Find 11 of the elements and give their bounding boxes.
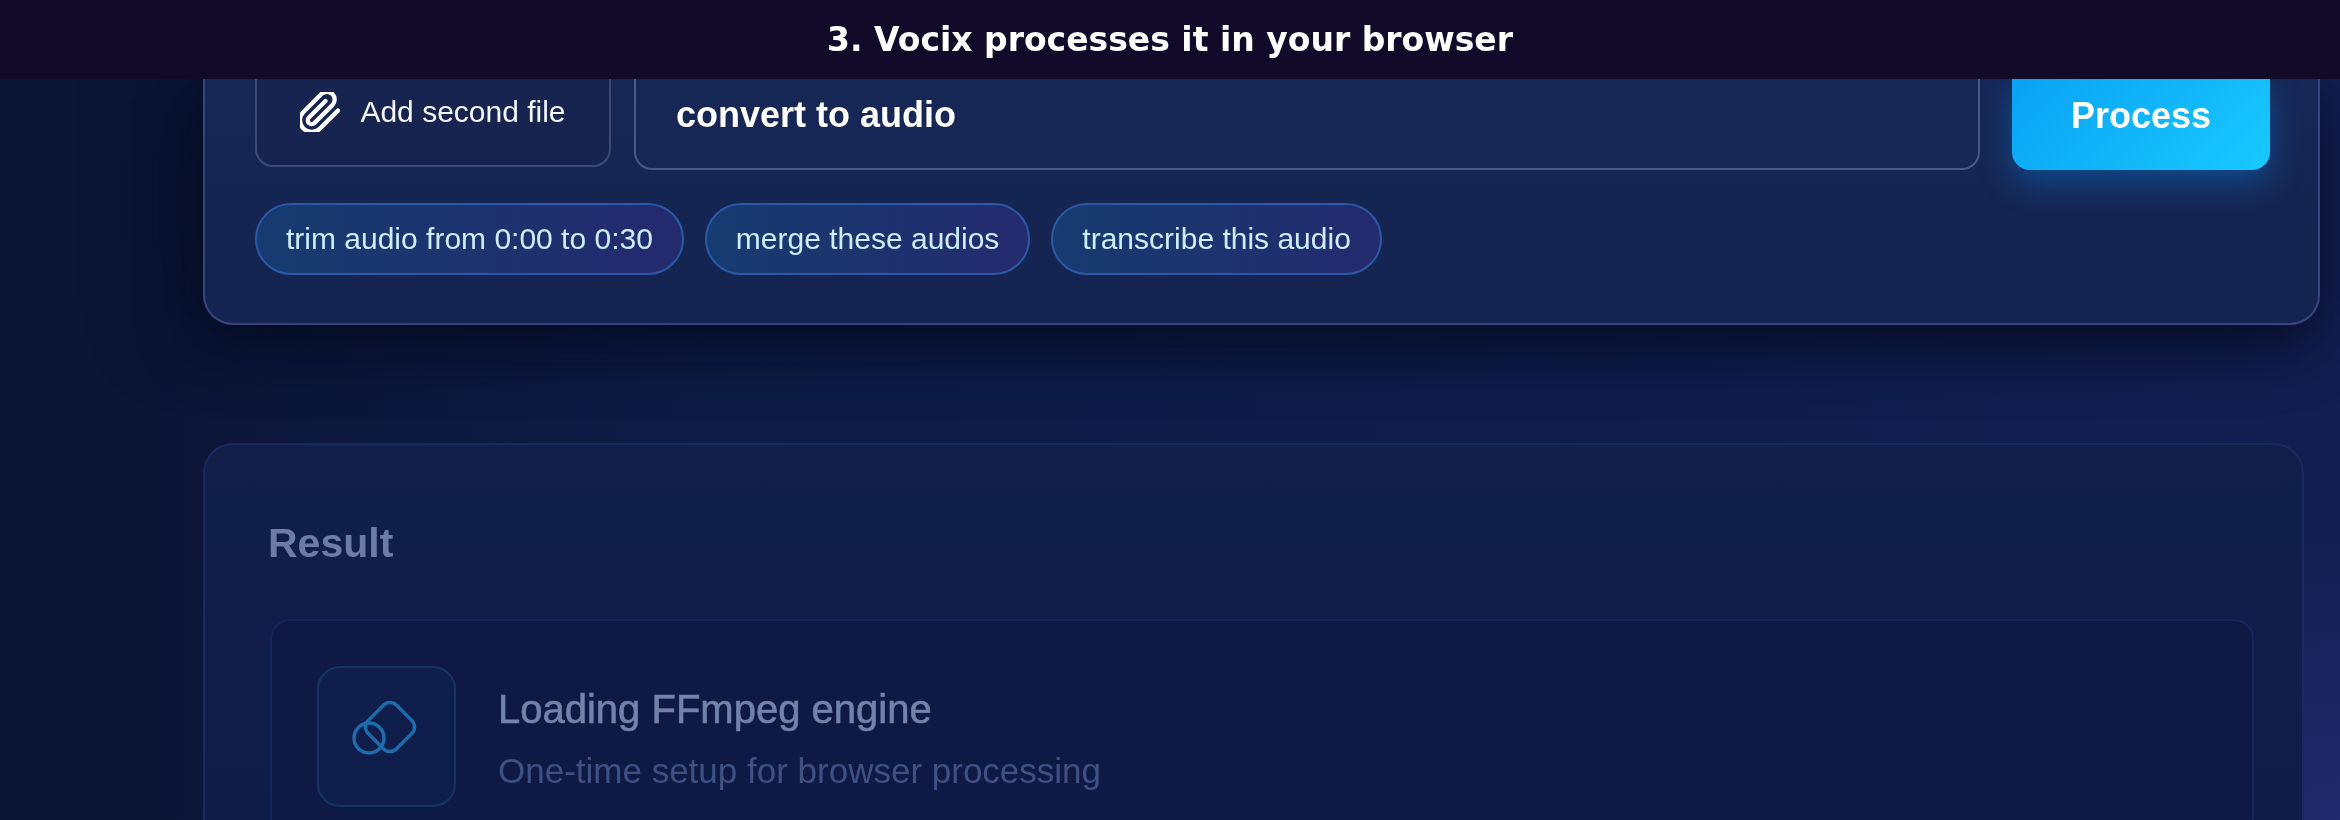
status-title: Loading FFmpeg engine (498, 686, 932, 732)
paperclip-icon (300, 92, 341, 132)
suggestion-chip[interactable]: merge these audios (704, 203, 1031, 275)
status-subtitle: One-time setup for browser processing (498, 750, 1102, 792)
caption-text: 3. Vocix processes it in your browser (827, 20, 1513, 59)
add-file-button[interactable]: Add second file (255, 79, 611, 167)
result-heading: Result (268, 519, 394, 567)
overlapping-shapes-icon (317, 666, 456, 807)
prompt-input[interactable]: convert to audio (634, 79, 1980, 170)
suggestion-chip[interactable]: transcribe this audio (1051, 203, 1382, 275)
suggestion-chip[interactable]: trim audio from 0:00 to 0:30 (255, 203, 684, 275)
